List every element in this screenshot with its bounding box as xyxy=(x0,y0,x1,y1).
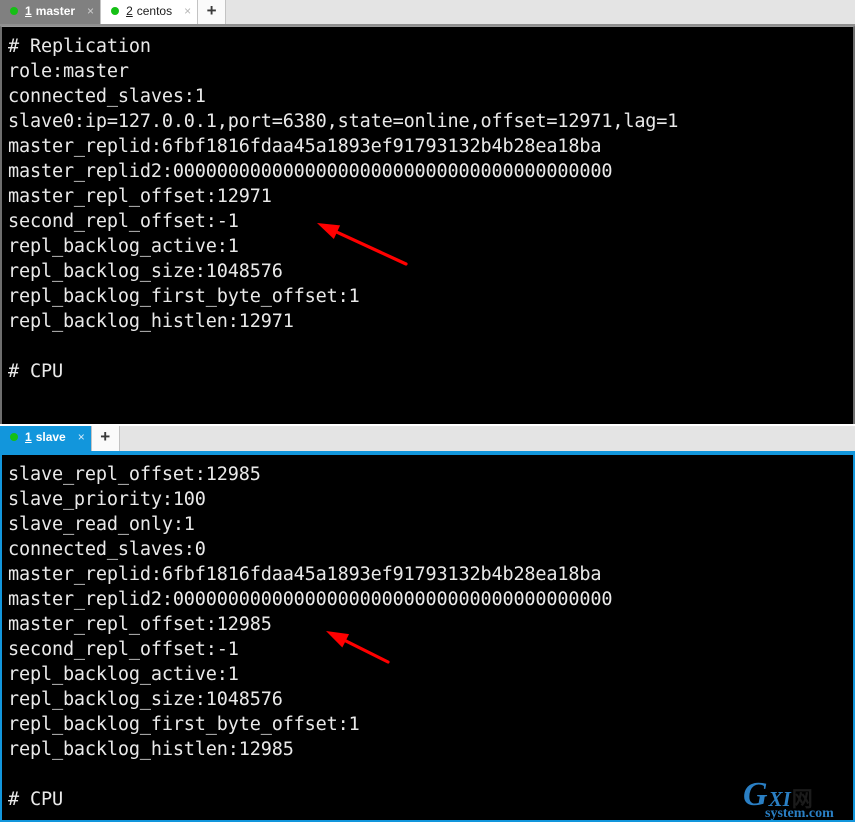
console-line: # CPU xyxy=(8,361,63,382)
console-line: connected_slaves:0 xyxy=(8,539,206,560)
watermark: G XI 网 system.com xyxy=(743,776,849,824)
tab-index-label: 2 xyxy=(126,4,133,18)
console-lines-slave: slave_repl_offset:12985 slave_priority:10… xyxy=(2,455,853,812)
console-line: master_replid:6fbf1816fdaa45a1893ef91793… xyxy=(8,136,602,157)
console-line: repl_backlog_active:1 xyxy=(8,236,239,257)
console-lines-master: # Replication role:master connected_slaves… xyxy=(2,27,853,384)
tab-index-label: 1 xyxy=(25,429,32,444)
tab-centos[interactable]: 2 centos × xyxy=(101,0,199,24)
console-line: connected_slaves:1 xyxy=(8,86,206,107)
console-line: role:master xyxy=(8,61,129,82)
console-line: slave_priority:100 xyxy=(8,489,206,510)
console-output-slave[interactable]: slave_repl_offset:12985 slave_priority:10… xyxy=(0,455,855,822)
close-icon[interactable]: × xyxy=(78,431,85,443)
console-line: master_replid2:0000000000000000000000000… xyxy=(8,589,613,610)
terminal-window-slave: 1 slave × + slave_repl_offset:12985 slave… xyxy=(0,426,855,826)
console-line: slave_read_only:1 xyxy=(8,514,195,535)
console-line: repl_backlog_first_byte_offset:1 xyxy=(8,286,360,307)
console-line: second_repl_offset:-1 xyxy=(8,639,239,660)
tab-master[interactable]: 1 master × xyxy=(0,0,102,24)
close-icon[interactable]: × xyxy=(87,5,94,17)
console-line: repl_backlog_first_byte_offset:1 xyxy=(8,714,360,735)
tab-title-label: centos xyxy=(136,4,173,18)
tab-strip-empty-area xyxy=(226,0,855,24)
console-line: master_repl_offset:12971 xyxy=(8,186,272,207)
console-line: repl_backlog_size:1048576 xyxy=(8,261,283,282)
console-line: # CPU xyxy=(8,789,63,810)
console-line: second_repl_offset:-1 xyxy=(8,211,239,232)
tab-slave[interactable]: 1 slave × xyxy=(0,426,92,451)
console-line: slave_repl_offset:12985 xyxy=(8,464,261,485)
tab-strip-slave: 1 slave × + xyxy=(0,426,855,455)
status-dot-icon xyxy=(111,7,120,15)
watermark-subtitle: system.com xyxy=(765,806,834,821)
tab-strip-empty-area xyxy=(120,426,855,451)
console-line: # Replication xyxy=(8,36,151,57)
console-line: repl_backlog_histlen:12985 xyxy=(8,739,294,760)
tab-title-label: master xyxy=(35,4,76,18)
console-line: master_replid2:0000000000000000000000000… xyxy=(8,161,613,182)
tab-title-label: slave xyxy=(35,429,66,444)
new-tab-button[interactable]: + xyxy=(198,0,227,24)
tab-strip-master: 1 master × 2 centos × + xyxy=(0,0,855,26)
console-line: repl_backlog_active:1 xyxy=(8,664,239,685)
console-output-master[interactable]: # Replication role:master connected_slaves… xyxy=(0,26,855,424)
watermark-letter: G xyxy=(743,776,768,813)
console-line: master_repl_offset:12985 xyxy=(8,614,272,635)
status-dot-icon xyxy=(10,432,18,441)
tab-index-label: 1 xyxy=(25,4,32,18)
close-icon[interactable]: × xyxy=(184,5,191,17)
terminal-window-master: 1 master × 2 centos × + # Replication rol… xyxy=(0,0,855,426)
screenshot-root: 1 master × 2 centos × + # Replication rol… xyxy=(0,0,855,826)
console-line: slave0:ip=127.0.0.1,port=6380,state=onli… xyxy=(8,111,679,132)
console-line: repl_backlog_size:1048576 xyxy=(8,689,283,710)
console-line: repl_backlog_histlen:12971 xyxy=(8,311,294,332)
new-tab-button[interactable]: + xyxy=(91,426,120,451)
console-line: master_replid:6fbf1816fdaa45a1893ef91793… xyxy=(8,564,602,585)
status-dot-icon xyxy=(10,7,18,15)
